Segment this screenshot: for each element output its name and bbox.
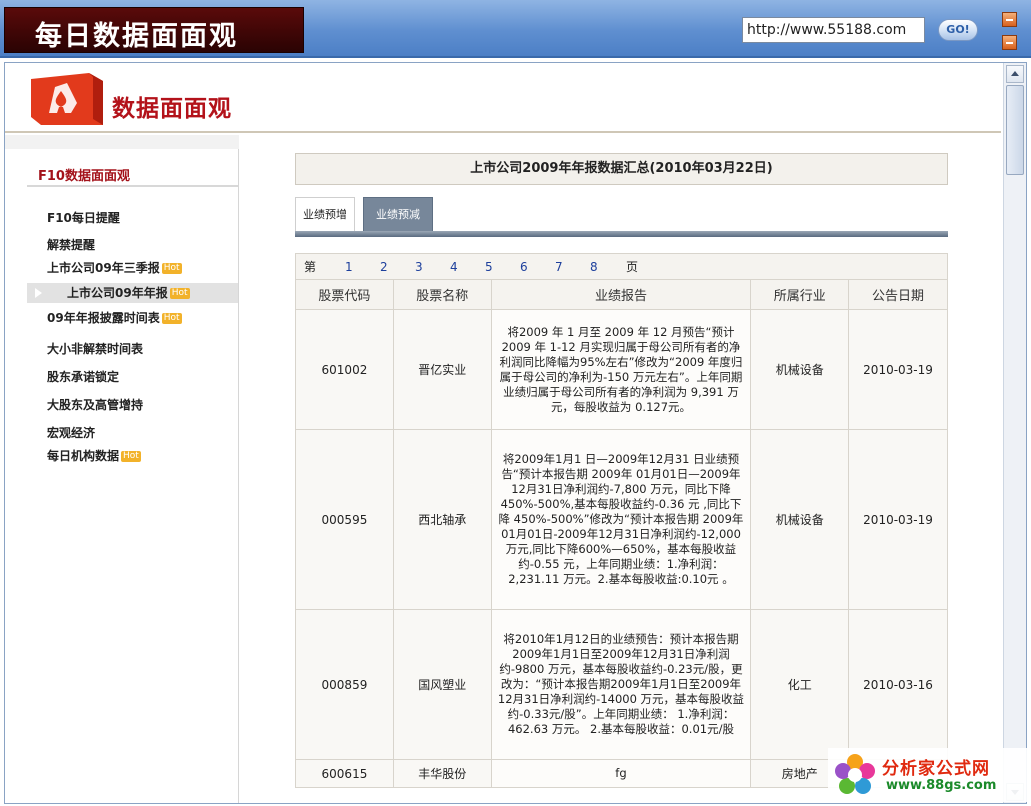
page-link[interactable]: 1 [345,254,353,280]
column-header: 所属行业 [750,279,850,310]
watermark-text: 分析家公式网 [882,759,990,779]
page-link[interactable]: 6 [520,254,528,280]
industry: 化工 [750,609,850,760]
go-button[interactable]: GO! [938,19,978,41]
site-logo-icon [31,73,103,125]
sidebar: F10数据面面观 F10每日提醒 解禁提醒 上市公司09年三季报 Hot 上市公司… [5,135,239,803]
page-link[interactable]: 4 [450,254,458,280]
earnings-report: 将2009 年 1 月至 2009 年 12 月预告“预计 2009 年 1-1… [490,309,752,430]
scroll-thumb[interactable] [1006,85,1024,175]
announce-date: 2010-03-16 [848,609,948,760]
page-link[interactable]: 3 [415,254,423,280]
pager-prefix: 第 [304,260,317,274]
sidebar-item-label: 每日机构数据 [47,449,120,463]
app-title-banner: 每日数据面面观 [4,7,304,53]
hot-badge: Hot [169,288,190,299]
page-title: 上市公司2009年年报数据汇总(2010年03月22日) [295,153,948,185]
sidebar-heading: F10数据面面观 [38,169,130,184]
hot-badge: Hot [161,313,182,324]
tab-earnings-increase[interactable]: 业绩预增 [295,197,355,231]
sidebar-item-label: 宏观经济 [47,426,96,440]
sidebar-item-label: 解禁提醒 [47,238,96,252]
top-title-bar: 每日数据面面观 GO! [0,0,1031,58]
earnings-report: 将2010年1月12日的业绩预告：预计本报告期2009年1月1日至2009年12… [490,609,752,760]
pagination: 第 1 2 3 4 5 6 7 8 页 [295,253,948,279]
sidebar-item-shareholder-lockup[interactable]: 股东承诺锁定 [47,368,119,385]
column-header: 公告日期 [848,279,948,310]
arrow-right-icon [35,288,42,298]
watermark-url: www.88gs.com [886,778,997,793]
sidebar-item-disclosure-schedule[interactable]: 09年年报披露时间表 Hot [47,309,182,326]
sidebar-divider [27,185,238,187]
tab-bar [295,231,948,237]
site-header: 数据面面观 [5,63,1001,133]
vertical-scrollbar[interactable] [1003,63,1026,803]
report-table: 股票代码 股票名称 业绩报告 所属行业 公告日期 601002 晋亿实业 将20… [295,279,948,788]
industry: 机械设备 [750,309,850,430]
stock-code: 600615 [295,759,394,788]
table-header-row: 股票代码 股票名称 业绩报告 所属行业 公告日期 [295,279,948,310]
sidebar-item-label: 09年年报披露时间表 [47,311,160,325]
page-link[interactable]: 8 [590,254,598,280]
scroll-up-icon[interactable] [1006,65,1024,83]
sidebar-item-insider-buying[interactable]: 大股东及高管增持 [47,396,143,413]
table-row: 601002 晋亿实业 将2009 年 1 月至 2009 年 12 月预告“预… [295,309,948,430]
sidebar-item-f10-reminder[interactable]: F10每日提醒 [47,209,120,226]
stock-name: 丰华股份 [392,759,492,788]
column-header: 股票名称 [392,279,492,310]
earnings-report: fg [490,759,752,788]
page-link[interactable]: 5 [485,254,493,280]
announce-date: 2010-03-19 [848,429,948,610]
stock-code: 000595 [295,429,394,610]
sidebar-top-strip [5,135,239,149]
sidebar-item-label: 股东承诺锁定 [47,370,120,384]
column-header: 股票代码 [295,279,394,310]
flower-logo-icon [835,754,875,794]
sidebar-item-unlock-reminder[interactable]: 解禁提醒 [47,236,95,253]
tab-strip: 业绩预增 业绩预减 [295,197,948,239]
pager-suffix: 页 [626,260,639,274]
page-link[interactable]: 7 [555,254,563,280]
site-title: 数据面面观 [112,96,232,122]
stock-code: 000859 [295,609,394,760]
hot-badge: Hot [161,263,182,274]
sidebar-item-label: 大小非解禁时间表 [47,342,144,356]
sidebar-item-label: 上市公司09年三季报 [47,261,160,275]
watermark: 分析家公式网 www.88gs.com [828,748,1028,802]
sidebar-item-annual-report[interactable]: 上市公司09年年报 Hot [27,283,238,303]
sidebar-item-label: 上市公司09年年报 [67,286,168,300]
tab-earnings-decrease[interactable]: 业绩预减 [363,197,433,231]
earnings-report: 将2009年1月1 日—2009年12月31 日业绩预告“预计本报告期 2009… [490,429,752,610]
table-row: 000859 国风塑业 将2010年1月12日的业绩预告：预计本报告期2009年… [295,609,948,760]
stock-name: 国风塑业 [392,609,492,760]
column-header: 业绩报告 [490,279,752,310]
close-icon[interactable] [1002,35,1017,50]
sidebar-item-label: F10每日提醒 [47,211,120,225]
page-link[interactable]: 2 [380,254,388,280]
stock-name: 晋亿实业 [392,309,492,430]
stock-name: 西北轴承 [392,429,492,610]
table-row: 000595 西北轴承 将2009年1月1 日—2009年12月31 日业绩预告… [295,429,948,610]
app-title: 每日数据面面观 [35,21,238,52]
sidebar-item-macro-economy[interactable]: 宏观经济 [47,424,95,441]
sidebar-item-institution-data[interactable]: 每日机构数据 Hot [47,447,141,464]
minimize-icon[interactable] [1002,12,1017,27]
industry: 机械设备 [750,429,850,610]
sidebar-item-label: 大股东及高管增持 [47,398,144,412]
announce-date: 2010-03-19 [848,309,948,430]
hot-badge: Hot [121,451,141,462]
content-frame: 数据面面观 F10数据面面观 F10每日提醒 解禁提醒 上市公司09年三季报 Ho… [4,62,1027,804]
stock-code: 601002 [295,309,394,430]
sidebar-item-unlock-schedule[interactable]: 大小非解禁时间表 [47,340,143,357]
sidebar-item-q3-report[interactable]: 上市公司09年三季报 Hot [47,259,182,276]
url-input[interactable] [742,17,925,43]
